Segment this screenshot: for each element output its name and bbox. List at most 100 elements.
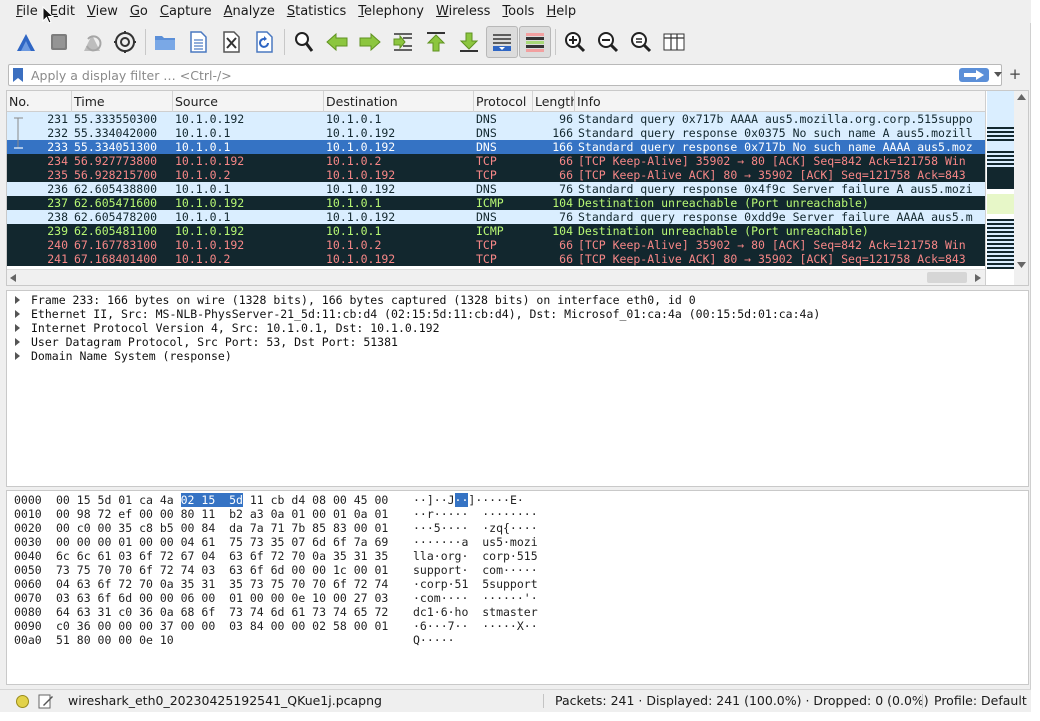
status-divider [922,694,923,708]
byte-ascii[interactable]: ···5···· ·zq{···· [413,521,538,535]
packet-row[interactable]: 235 56.928215700 10.1.0.2 10.1.0.192 TCP 66 [T… [7,168,985,182]
profile-status[interactable]: Profile: Default [934,690,1027,712]
byte-ascii[interactable]: ·com···· ······'· [413,591,538,605]
detail-tree-item[interactable]: User Datagram Protocol, Src Port: 53, Ds… [7,335,1028,349]
chevron-left-icon[interactable] [10,274,16,282]
open-file-button[interactable] [149,26,181,58]
expand-triangle-icon[interactable] [15,310,20,318]
byte-hex[interactable]: 00 98 72 ef 00 00 80 11 b2 a3 0a 01 00 0… [56,507,388,521]
column-header-time[interactable]: Time [72,91,173,112]
byte-ascii[interactable]: dc1·6·ho stmaster [413,605,538,619]
byte-hex[interactable]: 00 15 5d 01 ca 4a 02 15 5d 11 cb d4 08 0… [56,493,388,507]
edit-comment-icon[interactable] [38,693,54,709]
column-header-length[interactable]: Length [533,91,575,112]
colorize-button[interactable] [519,25,551,58]
expand-triangle-icon[interactable] [15,352,20,360]
packet-row[interactable]: 233 55.334051300 10.1.0.1 10.1.0.192 DNS 166 S… [7,140,985,154]
display-filter-input[interactable] [31,67,951,83]
byte-hex[interactable]: c0 36 00 00 00 37 00 00 03 84 00 00 02 5… [56,619,388,633]
packet-row[interactable]: 238 62.605478200 10.1.0.1 10.1.0.192 DNS 76 St… [7,210,985,224]
close-file-button[interactable] [215,26,247,58]
autoscroll-button[interactable] [486,25,518,58]
packet-row[interactable]: 240 67.167783100 10.1.0.192 10.1.0.2 TCP 66 [T… [7,238,985,252]
byte-ascii[interactable]: ·······a us5·mozi [413,535,538,549]
scrollbar-thumb[interactable] [927,272,967,283]
expand-triangle-icon[interactable] [15,296,20,304]
byte-ascii[interactable]: ··]··J··]·····E· [413,493,524,507]
menu-go[interactable]: Go [124,0,154,23]
save-file-button[interactable] [182,26,214,58]
byte-hex[interactable]: 00 00 00 01 00 00 04 61 75 73 35 07 6d 6… [56,535,388,549]
chevron-down-icon[interactable] [994,70,1002,78]
column-header-info[interactable]: Info [575,91,985,112]
byte-hex[interactable]: 51 80 00 00 0e 10 [56,633,174,647]
go-to-packet-button[interactable] [387,26,419,58]
byte-hex[interactable]: 64 63 31 c0 36 0a 68 6f 73 74 6d 61 73 7… [56,605,388,619]
packet-list-horizontal-scrollbar[interactable] [7,269,985,285]
go-first-packet-button[interactable] [420,26,452,58]
menu-telephony[interactable]: Telephony [352,0,430,23]
chevron-up-icon[interactable] [1017,94,1026,100]
stop-capture-button[interactable] [43,26,75,58]
go-back-button[interactable] [321,26,353,58]
zoom-normal-icon [631,31,652,52]
apply-filter-button[interactable] [959,68,989,82]
byte-ascii[interactable]: support· com····· [413,563,538,577]
zoom-normal-button[interactable] [625,26,657,58]
menu-help[interactable]: Help [540,0,582,23]
packet-row[interactable]: 239 62.605481100 10.1.0.192 10.1.0.1 ICMP 104… [7,224,985,238]
expand-triangle-icon[interactable] [15,324,20,332]
menu-statistics[interactable]: Statistics [281,0,352,23]
chevron-right-icon[interactable] [975,274,981,282]
start-capture-button[interactable] [10,26,42,58]
expert-info-led-icon[interactable] [16,695,29,708]
zoom-in-button[interactable] [559,26,591,58]
go-last-packet-button[interactable] [453,26,485,58]
byte-hex[interactable]: 03 63 6f 6d 00 00 06 00 01 00 00 0e 10 0… [56,591,388,605]
detail-tree-item[interactable]: Internet Protocol Version 4, Src: 10.1.0… [7,321,1028,335]
detail-tree-item[interactable]: Domain Name System (response) [7,349,1028,363]
chevron-down-icon[interactable] [1017,262,1026,268]
menu-capture[interactable]: Capture [154,0,218,23]
byte-hex[interactable]: 73 75 70 70 6f 72 74 03 63 6f 6d 00 00 1… [56,563,388,577]
packet-list-vertical-scrollbar[interactable] [1014,91,1028,285]
column-header-source[interactable]: Source [173,91,324,112]
detail-tree-item[interactable]: Frame 233: 166 bytes on wire (1328 bits)… [7,293,1028,307]
menu-view[interactable]: View [81,0,124,23]
packet-cell-info: Standard query response 0x0375 No such n… [578,126,973,140]
resize-columns-button[interactable] [658,26,690,58]
column-header-destination[interactable]: Destination [324,91,474,112]
capture-options-button[interactable] [109,26,141,58]
menu-tools[interactable]: Tools [496,0,540,23]
packet-row[interactable]: 232 55.334042000 10.1.0.1 10.1.0.192 DNS 166 S… [7,126,985,140]
byte-ascii[interactable]: Q····· [413,633,455,647]
go-forward-button[interactable] [354,26,386,58]
byte-ascii[interactable]: ·corp·51 5support [413,577,538,591]
reload-file-button[interactable] [248,26,280,58]
menu-file[interactable]: File [10,0,44,23]
restart-capture-button[interactable] [76,26,108,58]
expand-triangle-icon[interactable] [15,338,20,346]
byte-hex[interactable]: 6c 6c 61 03 6f 72 67 04 63 6f 72 70 0a 3… [56,549,388,563]
packet-row[interactable]: 234 56.927773800 10.1.0.192 10.1.0.2 TCP 66 [T… [7,154,985,168]
packet-row[interactable]: 236 62.605438800 10.1.0.1 10.1.0.192 DNS 76 St… [7,182,985,196]
find-packet-button[interactable] [288,26,320,58]
zoom-out-button[interactable] [592,26,624,58]
bookmark-icon[interactable] [12,68,24,82]
byte-ascii[interactable]: lla·org· corp·515 [413,549,538,563]
byte-hex[interactable]: 04 63 6f 72 70 0a 35 31 35 73 75 70 70 6… [56,577,388,591]
packet-row[interactable]: 231 55.333550300 10.1.0.192 10.1.0.1 DNS 96 St… [7,112,985,126]
menu-analyze[interactable]: Analyze [218,0,281,23]
byte-ascii[interactable]: ··r····· ········ [413,507,538,521]
packet-row[interactable]: 241 67.168401400 10.1.0.2 10.1.0.192 TCP 66 [T… [7,252,985,266]
byte-ascii[interactable]: ·6···7·· ·····X·· [413,619,538,633]
detail-tree-item[interactable]: Ethernet II, Src: MS-NLB-PhysServer-21_5… [7,307,1028,321]
packet-row[interactable]: 237 62.605471600 10.1.0.192 10.1.0.1 ICMP 104… [7,196,985,210]
packet-minimap[interactable] [985,91,1014,285]
resize-columns-icon [663,33,685,50]
column-header-no[interactable]: No. [7,91,72,112]
add-filter-button[interactable]: + [1008,66,1022,82]
column-header-protocol[interactable]: Protocol [474,91,533,112]
byte-hex[interactable]: 00 c0 00 35 c8 b5 00 84 da 7a 71 7b 85 8… [56,521,388,535]
menu-wireless[interactable]: Wireless [430,0,496,23]
